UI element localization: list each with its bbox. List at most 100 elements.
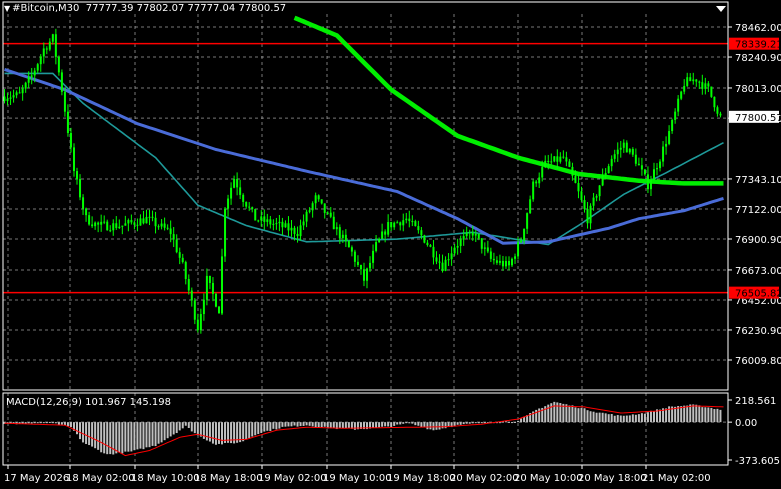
candle-body — [63, 91, 66, 112]
candle-body — [408, 218, 411, 222]
candle-body — [625, 142, 628, 153]
macd-histogram-bar — [39, 422, 42, 424]
candle-body — [269, 219, 272, 225]
macd-histogram-bar — [82, 422, 85, 443]
timeframe: M30 — [58, 3, 80, 14]
macd-histogram-bar — [133, 422, 136, 451]
macd-histogram-bar — [221, 422, 224, 445]
candle-body — [517, 242, 520, 257]
macd-histogram-bar — [290, 422, 293, 427]
candle-body — [362, 269, 365, 281]
macd-histogram-bar — [214, 422, 217, 445]
macd-histogram-bar — [187, 422, 190, 428]
candle-body — [344, 234, 347, 242]
macd-histogram-bar — [275, 422, 278, 430]
candle-body — [66, 111, 69, 134]
candle-body — [613, 154, 616, 159]
candle-body — [227, 198, 230, 209]
macd-histogram-bar — [85, 422, 88, 445]
candle-body — [45, 48, 48, 50]
macd-histogram-bar — [121, 422, 124, 454]
macd-histogram-bar — [477, 422, 480, 424]
candle-body — [124, 223, 127, 226]
candle-body — [444, 259, 447, 271]
candle-body — [6, 98, 9, 102]
candle-body — [429, 245, 432, 247]
candle-body — [656, 168, 659, 170]
macd-histogram-bar — [719, 409, 722, 423]
candle-body — [130, 220, 133, 223]
macd-histogram-bar — [468, 422, 471, 424]
price-tick-label: 78240.90 — [735, 53, 781, 64]
trading-chart-window[interactable]: 78462.0078240.9078013.0077790.9077343.10… — [0, 0, 781, 489]
macd-histogram-bar — [127, 422, 130, 452]
macd-histogram-bar — [208, 422, 211, 442]
macd-histogram-bar — [145, 422, 148, 448]
candle-body — [251, 207, 254, 209]
macd-histogram-bar — [190, 422, 193, 432]
macd-histogram-bar — [76, 422, 79, 435]
candle-body — [565, 157, 568, 162]
candle-body — [384, 231, 387, 235]
macd-histogram-bar — [628, 415, 631, 423]
candle-body — [710, 86, 713, 97]
candle-body — [323, 203, 326, 213]
macd-histogram-bar — [698, 405, 701, 423]
candle-body — [172, 234, 175, 240]
candle-body — [148, 216, 151, 218]
candle-body — [619, 147, 622, 150]
candle-body — [423, 235, 426, 243]
candle-body — [275, 223, 278, 225]
macd-histogram-bar — [414, 422, 417, 426]
candle-body — [604, 173, 607, 176]
candle-body — [480, 238, 483, 249]
candle-body — [450, 253, 453, 260]
dropdown-triangle-icon[interactable]: ▼ — [4, 4, 10, 13]
macd-histogram-bar — [314, 422, 317, 428]
macd-histogram-bar — [372, 422, 375, 428]
macd-histogram-bar — [538, 408, 541, 423]
ma-slow-line — [293, 15, 724, 186]
candle-body — [553, 156, 556, 162]
macd-histogram-bar — [317, 422, 320, 428]
price-tick-label: 77122.00 — [735, 205, 781, 216]
macd-histogram-bar — [568, 405, 571, 423]
macd-histogram-bar — [707, 407, 710, 423]
macd-histogram-bar — [474, 422, 477, 424]
chart-canvas[interactable]: 78462.0078240.9078013.0077790.9077343.10… — [0, 0, 781, 489]
macd-histogram-bar — [60, 422, 63, 425]
macd-histogram-bar — [278, 422, 281, 429]
macd-histogram-bar — [607, 414, 610, 423]
candle-body — [21, 88, 24, 94]
macd-histogram-bar — [601, 412, 604, 423]
candle-body — [562, 156, 565, 158]
ohlc-low: 77777.04 — [187, 3, 236, 14]
macd-histogram-bar — [94, 422, 97, 449]
candle-body — [208, 275, 211, 283]
macd-histogram-bar — [514, 421, 517, 423]
candle-body — [489, 251, 492, 259]
time-tick-label: 20 May 10:00 — [514, 473, 583, 484]
macd-histogram-bar — [577, 408, 580, 423]
candle-body — [103, 221, 106, 223]
candle-body — [532, 181, 535, 200]
macd-histogram-bar — [622, 415, 625, 423]
macd-histogram-bar — [269, 422, 272, 431]
horizontal-levels[interactable] — [3, 42, 728, 294]
candle-body — [399, 222, 402, 226]
macd-histogram-bar — [393, 422, 396, 426]
candle-body — [305, 211, 308, 222]
price-tick-label: 76900.90 — [735, 235, 781, 246]
macd-histogram-bar — [151, 422, 154, 446]
macd-histogram-bar — [284, 422, 287, 427]
candle-body — [88, 215, 91, 225]
candle-body — [459, 239, 462, 246]
macd-histogram-bar — [459, 422, 462, 425]
macd-histogram-bar — [160, 422, 163, 443]
candle-body — [366, 268, 369, 281]
macd-histogram-bar — [375, 422, 378, 428]
macd-histogram-bar — [429, 422, 432, 430]
candle-body — [628, 148, 631, 153]
candle-body — [27, 76, 30, 83]
candle-body — [317, 195, 320, 200]
